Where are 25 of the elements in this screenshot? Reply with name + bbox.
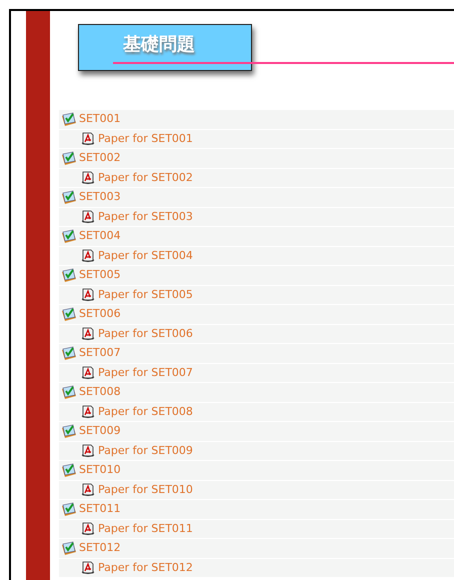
set-link[interactable]: SET009	[79, 423, 121, 440]
folder-check-icon	[61, 190, 77, 205]
folder-check-icon	[61, 502, 77, 517]
folder-check-icon	[61, 306, 77, 322]
folder-check-icon	[61, 540, 77, 556]
folder-check-icon	[61, 346, 77, 361]
folder-check-icon	[61, 268, 77, 283]
folder-check-icon	[61, 228, 77, 244]
folder-check-icon	[61, 112, 77, 127]
set-link[interactable]: SET011	[79, 501, 121, 518]
set-link[interactable]: SET012	[79, 540, 121, 556]
set-link[interactable]: SET007	[79, 345, 121, 362]
set-link[interactable]: SET001	[79, 111, 121, 128]
set-link[interactable]: SET002	[79, 150, 121, 166]
folder-check-icon	[61, 384, 77, 400]
section-title: 基礎問題	[123, 34, 195, 56]
set-link[interactable]: SET008	[79, 384, 121, 400]
set-link[interactable]: SET006	[79, 306, 121, 322]
set-link[interactable]: SET010	[79, 462, 121, 478]
folder-check-icon	[61, 424, 77, 439]
folder-check-icon	[61, 150, 77, 166]
set-link[interactable]: SET003	[79, 189, 121, 206]
set-link[interactable]: SET004	[79, 228, 121, 244]
folder-check-icon	[61, 462, 77, 478]
set-link[interactable]: SET005	[79, 267, 121, 284]
